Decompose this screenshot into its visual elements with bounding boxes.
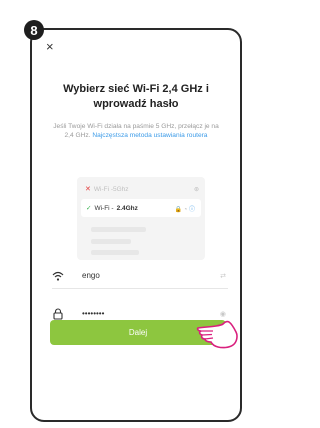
wifi-prefix-label: Wi-Fi - [94, 204, 114, 212]
wifi-icon [52, 271, 64, 281]
switch-network-icon[interactable]: ⇄ [220, 272, 226, 280]
wifi-name-5ghz: 5Ghz [113, 185, 129, 193]
placeholder-bar [91, 250, 139, 255]
error-x-icon: ✕ [85, 186, 91, 193]
description: Jeśli Twoje Wi-Fi działa na paśmie 5 GHz… [32, 122, 240, 140]
wifi-name-24ghz: 2.4Ghz [116, 204, 138, 212]
wifi-name-value[interactable]: engo [82, 271, 100, 280]
wifi-band-illustration: ✕ Wi-Fi - 5Ghz ⊛ ✓ Wi-Fi - 2.4Ghz 🔒 ◔ ⓘ [77, 177, 205, 260]
wifi-row-5ghz: ✕ Wi-Fi - 5Ghz ⊛ [77, 181, 205, 197]
placeholder-bar [91, 239, 131, 244]
info-icon: ⓘ [188, 206, 195, 213]
wifi-row-icons: ⊛ [193, 186, 199, 193]
router-help-link[interactable]: Najczęstsza metoda ustawiania routera [92, 132, 207, 139]
checkmark-icon: ✓ [86, 205, 92, 212]
page-title: Wybierz sieć Wi-Fi 2,4 GHz i wprowadź ha… [63, 83, 209, 110]
wifi-row-icons: 🔒 ◔ ⓘ [174, 206, 195, 213]
placeholder-bar [91, 227, 146, 232]
phone-frame: × Wybierz sieć Wi-Fi 2,4 GHz i wprowadź … [30, 28, 242, 422]
pointing-hand-icon [196, 320, 238, 349]
password-value[interactable]: •••••••• [82, 309, 104, 318]
step-number-badge: 8 [24, 20, 44, 40]
lock-icon [53, 308, 63, 320]
close-icon[interactable]: × [46, 40, 54, 53]
wifi-prefix-label: Wi-Fi - [93, 185, 114, 193]
wifi-name-field[interactable]: engo ⇄ [52, 266, 228, 289]
wifi-row-24ghz: ✓ Wi-Fi - 2.4Ghz 🔒 ◔ ⓘ [81, 199, 201, 217]
